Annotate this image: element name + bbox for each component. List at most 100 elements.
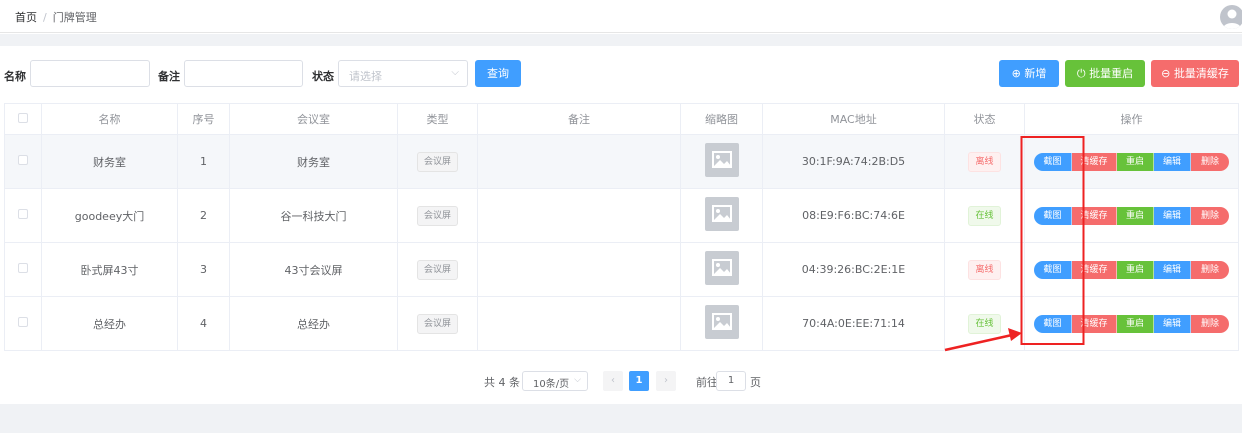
status-cell: 在线 [944,296,1025,351]
prev-page-button[interactable]: ‹ [603,371,623,391]
restart-button[interactable]: 重启 [1117,206,1154,225]
row-select-cell [4,296,42,351]
type-cell: 会议屏 [397,188,478,243]
edit-button[interactable]: 编辑 [1154,152,1191,171]
chevron-down-icon: ⌵ [451,67,459,78]
column-header: MAC地址 [762,103,945,135]
delete-button[interactable]: 删除 [1191,314,1229,333]
row-checkbox[interactable] [18,317,28,327]
clear-cache-button[interactable]: 清缓存 [1072,314,1117,333]
name-filter-label: 名称 [4,70,26,83]
screenshot-button[interactable]: 截图 [1034,152,1072,171]
select-all-cell [4,103,42,135]
column-header: 类型 [397,103,478,135]
image-placeholder-icon[interactable] [704,251,739,285]
select-all-checkbox[interactable] [18,112,28,123]
mac-cell: 04:39:26:BC:2E:1E [762,242,945,297]
screenshot-button[interactable]: 截图 [1034,314,1072,333]
row-action-group: 截图 清缓存 重启 编辑 删除 [1034,152,1229,171]
row-action-group: 截图 清缓存 重启 编辑 删除 [1034,314,1229,333]
clear-cache-button[interactable]: 清缓存 [1072,152,1117,171]
name-cell: 卧式屏43寸 [41,242,178,297]
batch-restart-button[interactable]: ⏻ 批量重启 [1065,60,1145,87]
type-tag: 会议屏 [416,205,458,226]
row-checkbox[interactable] [18,209,28,219]
page-size-select[interactable]: 10条/页 ⌵ [522,371,588,391]
name-filter-input[interactable] [30,60,150,87]
name-cell: 总经办 [41,296,178,351]
status-filter-select[interactable]: 请选择 ⌵ [338,60,468,87]
remark-cell [477,242,681,297]
batch-restart-label: 批量重启 [1089,67,1134,80]
delete-button[interactable]: 删除 [1191,260,1229,279]
next-page-button[interactable]: › [656,371,676,391]
image-placeholder-icon[interactable] [704,305,739,339]
page-size-value: 10条/页 [533,379,570,390]
screenshot-button[interactable]: 截图 [1034,260,1072,279]
image-placeholder-icon[interactable] [704,143,739,177]
status-badge: 离线 [968,151,1001,172]
row-select-cell [4,188,42,243]
index-cell: 3 [177,242,230,297]
device-table: 名称 序号 会议室 类型 备注 缩略图 MAC地址 状态 操作 财务室 1 财务室会… [4,103,1239,351]
batch-clear-cache-button[interactable]: ⊖ 批量清缓存 [1151,60,1239,87]
add-button[interactable]: ⊕ 新增 [999,60,1059,87]
row-select-cell [4,242,42,297]
user-icon [1223,9,1241,29]
query-button[interactable]: 查询 [475,60,521,87]
clear-cache-button[interactable]: 清缓存 [1072,206,1117,225]
goto-page-input[interactable]: 1 [716,371,746,391]
page-number-current[interactable]: 1 [629,371,649,391]
status-cell: 离线 [944,134,1025,189]
user-avatar[interactable] [1220,5,1242,29]
type-tag: 会议屏 [416,259,458,280]
edit-button[interactable]: 编辑 [1154,206,1191,225]
room-cell: 财务室 [229,134,398,189]
page-bottom-gap [0,404,1242,433]
pagination-total: 共 4 条 [484,376,520,389]
table-row: goodeey大门 2 谷一科技大门 会议屏 08:E9:F6:BC:74:6E 在线 截图… [4,188,1239,243]
clear-icon: ⊖ [1161,67,1171,80]
plus-circle-icon: ⊕ [1011,67,1021,80]
mac-cell: 08:E9:F6:BC:74:6E [762,188,945,243]
restart-button[interactable]: 重启 [1117,314,1154,333]
type-cell: 会议屏 [397,134,478,189]
name-cell: goodeey大门 [41,188,178,243]
type-cell: 会议屏 [397,242,478,297]
type-tag: 会议屏 [416,313,458,334]
status-cell: 离线 [944,242,1025,297]
restart-button[interactable]: 重启 [1117,152,1154,171]
column-header: 序号 [177,103,230,135]
index-cell: 4 [177,296,230,351]
add-button-label: 新增 [1024,67,1047,80]
actions-cell: 截图 清缓存 重启 编辑 删除 [1024,296,1239,351]
status-filter-label: 状态 [312,70,334,83]
breadcrumb: 首页 / 门牌管理 [15,9,97,25]
chevron-down-icon: ⌵ [574,375,581,385]
status-cell: 在线 [944,188,1025,243]
image-placeholder-icon[interactable] [704,197,739,231]
table-row: 卧式屏43寸 3 43寸会议屏 会议屏 04:39:26:BC:2E:1E 离线 截图 清缓存… [4,242,1239,297]
edit-button[interactable]: 编辑 [1154,260,1191,279]
thumbnail-cell [680,134,763,189]
edit-button[interactable]: 编辑 [1154,314,1191,333]
breadcrumb-home[interactable]: 首页 [15,11,37,24]
table-header-row: 名称 序号 会议室 类型 备注 缩略图 MAC地址 状态 操作 [4,103,1239,135]
row-checkbox[interactable] [18,263,28,273]
table-row: 财务室 1 财务室 会议屏 30:1F:9A:74:2B:D5 离线 截图 清缓存 重启 编辑 删除 [4,134,1239,189]
thumbnail-cell [680,242,763,297]
delete-button[interactable]: 删除 [1191,206,1229,225]
actions-cell: 截图 清缓存 重启 编辑 删除 [1024,242,1239,297]
delete-button[interactable]: 删除 [1191,152,1229,171]
row-checkbox[interactable] [18,155,28,165]
screenshot-button[interactable]: 截图 [1034,206,1072,225]
actions-cell: 截图 清缓存 重启 编辑 删除 [1024,134,1239,189]
index-cell: 1 [177,134,230,189]
main-card: 名称 备注 状态 请选择 ⌵ 查询 ⊕ 新增 ⏻ 批量重启 ⊖ 批量清缓存 名称… [0,46,1242,404]
restart-button[interactable]: 重启 [1117,260,1154,279]
clear-cache-button[interactable]: 清缓存 [1072,260,1117,279]
remark-cell [477,188,681,243]
row-select-cell [4,134,42,189]
remark-filter-input[interactable] [184,60,303,87]
index-cell: 2 [177,188,230,243]
